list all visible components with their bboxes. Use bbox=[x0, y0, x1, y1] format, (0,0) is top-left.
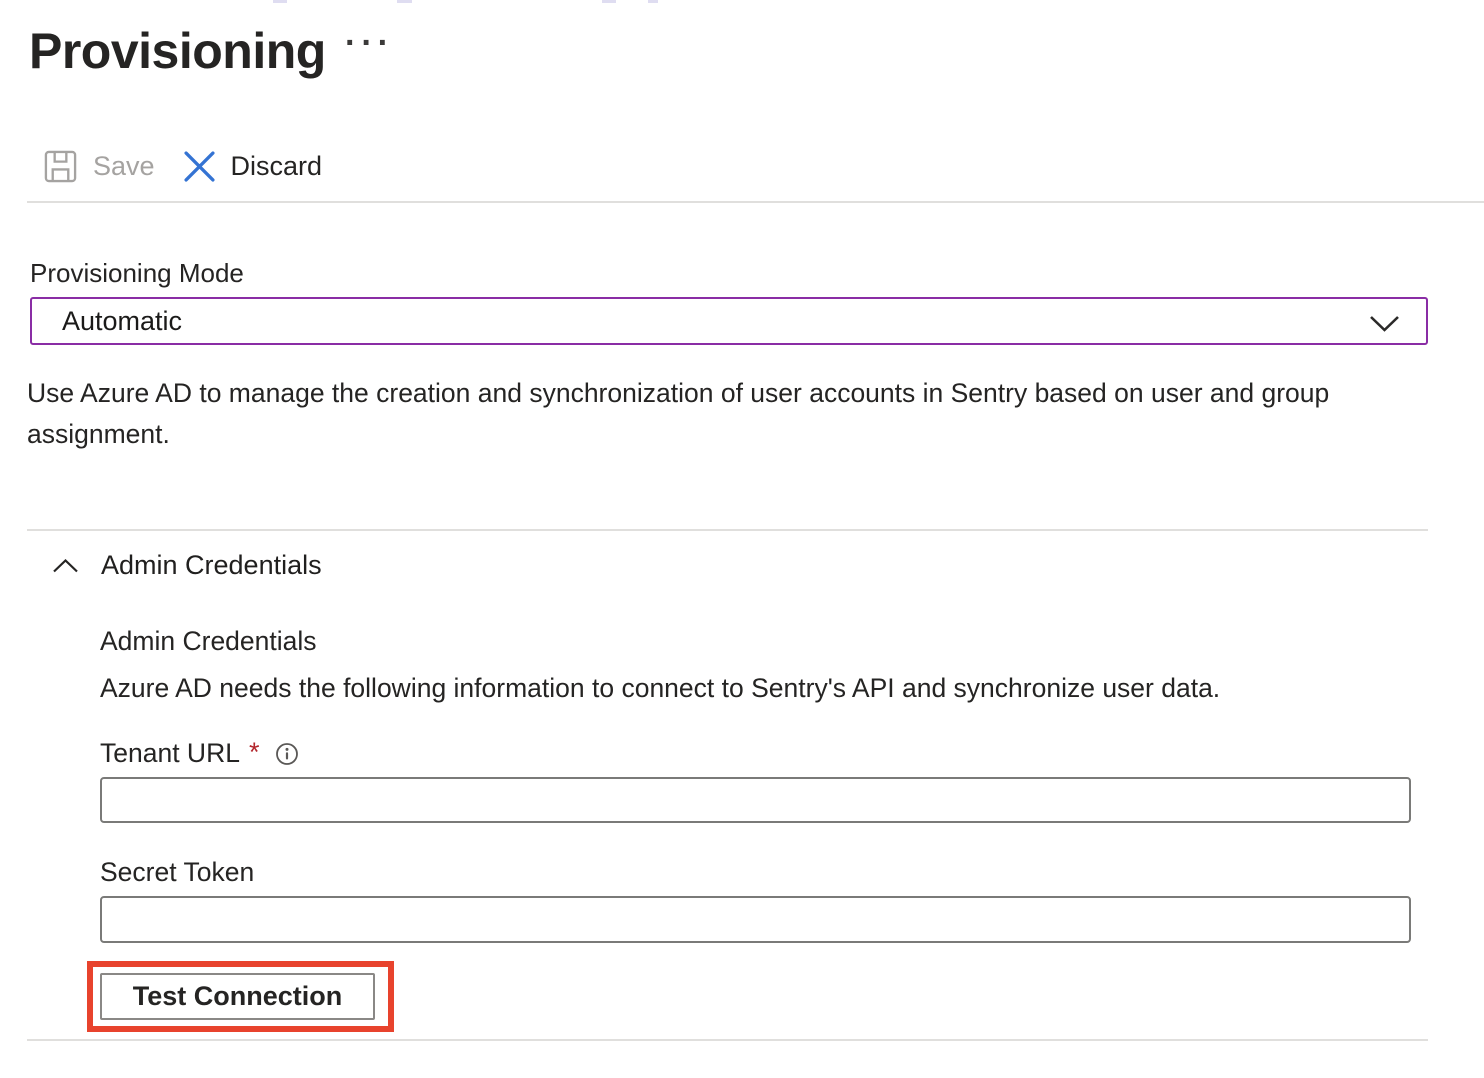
provisioning-blade: Provisioning ··· Save Discard Provisioni… bbox=[0, 0, 1484, 1078]
save-button[interactable]: Save bbox=[43, 149, 155, 184]
clipped-text-fragment bbox=[397, 0, 412, 3]
secret-token-label: Secret Token bbox=[100, 857, 254, 888]
toolbar-divider bbox=[27, 201, 1484, 203]
chevron-down-icon bbox=[1369, 315, 1400, 332]
test-connection-button[interactable]: Test Connection bbox=[100, 973, 375, 1020]
tenant-url-input[interactable] bbox=[100, 777, 1411, 823]
provisioning-mode-dropdown[interactable]: Automatic bbox=[30, 297, 1428, 345]
discard-label: Discard bbox=[231, 151, 323, 182]
section-divider bbox=[27, 529, 1428, 531]
clipped-text-fragment bbox=[273, 0, 287, 3]
admin-credentials-heading: Admin Credentials bbox=[100, 626, 317, 657]
page-title: Provisioning bbox=[29, 22, 326, 80]
tenant-url-label-row: Tenant URL * bbox=[100, 738, 299, 769]
chevron-up-icon bbox=[52, 558, 79, 574]
save-icon bbox=[43, 149, 78, 184]
discard-x-icon bbox=[183, 150, 216, 183]
admin-credentials-section-toggle[interactable]: Admin Credentials bbox=[52, 550, 322, 581]
more-options-button[interactable]: ··· bbox=[345, 26, 394, 60]
mode-description: Use Azure AD to manage the creation and … bbox=[27, 373, 1342, 455]
tenant-url-label: Tenant URL bbox=[100, 738, 240, 769]
provisioning-mode-value: Automatic bbox=[62, 306, 182, 337]
save-label: Save bbox=[93, 151, 155, 182]
bottom-divider bbox=[27, 1039, 1428, 1041]
command-bar: Save Discard bbox=[43, 146, 322, 186]
info-icon[interactable] bbox=[275, 742, 299, 766]
discard-button[interactable]: Discard bbox=[183, 150, 323, 183]
admin-credentials-description: Azure AD needs the following information… bbox=[100, 673, 1220, 704]
provisioning-mode-label: Provisioning Mode bbox=[30, 258, 244, 289]
clipped-text-fragment bbox=[602, 0, 616, 3]
required-asterisk: * bbox=[249, 737, 260, 768]
secret-token-input[interactable] bbox=[100, 896, 1411, 943]
clipped-text-fragment bbox=[648, 0, 658, 3]
section-title: Admin Credentials bbox=[101, 550, 322, 581]
